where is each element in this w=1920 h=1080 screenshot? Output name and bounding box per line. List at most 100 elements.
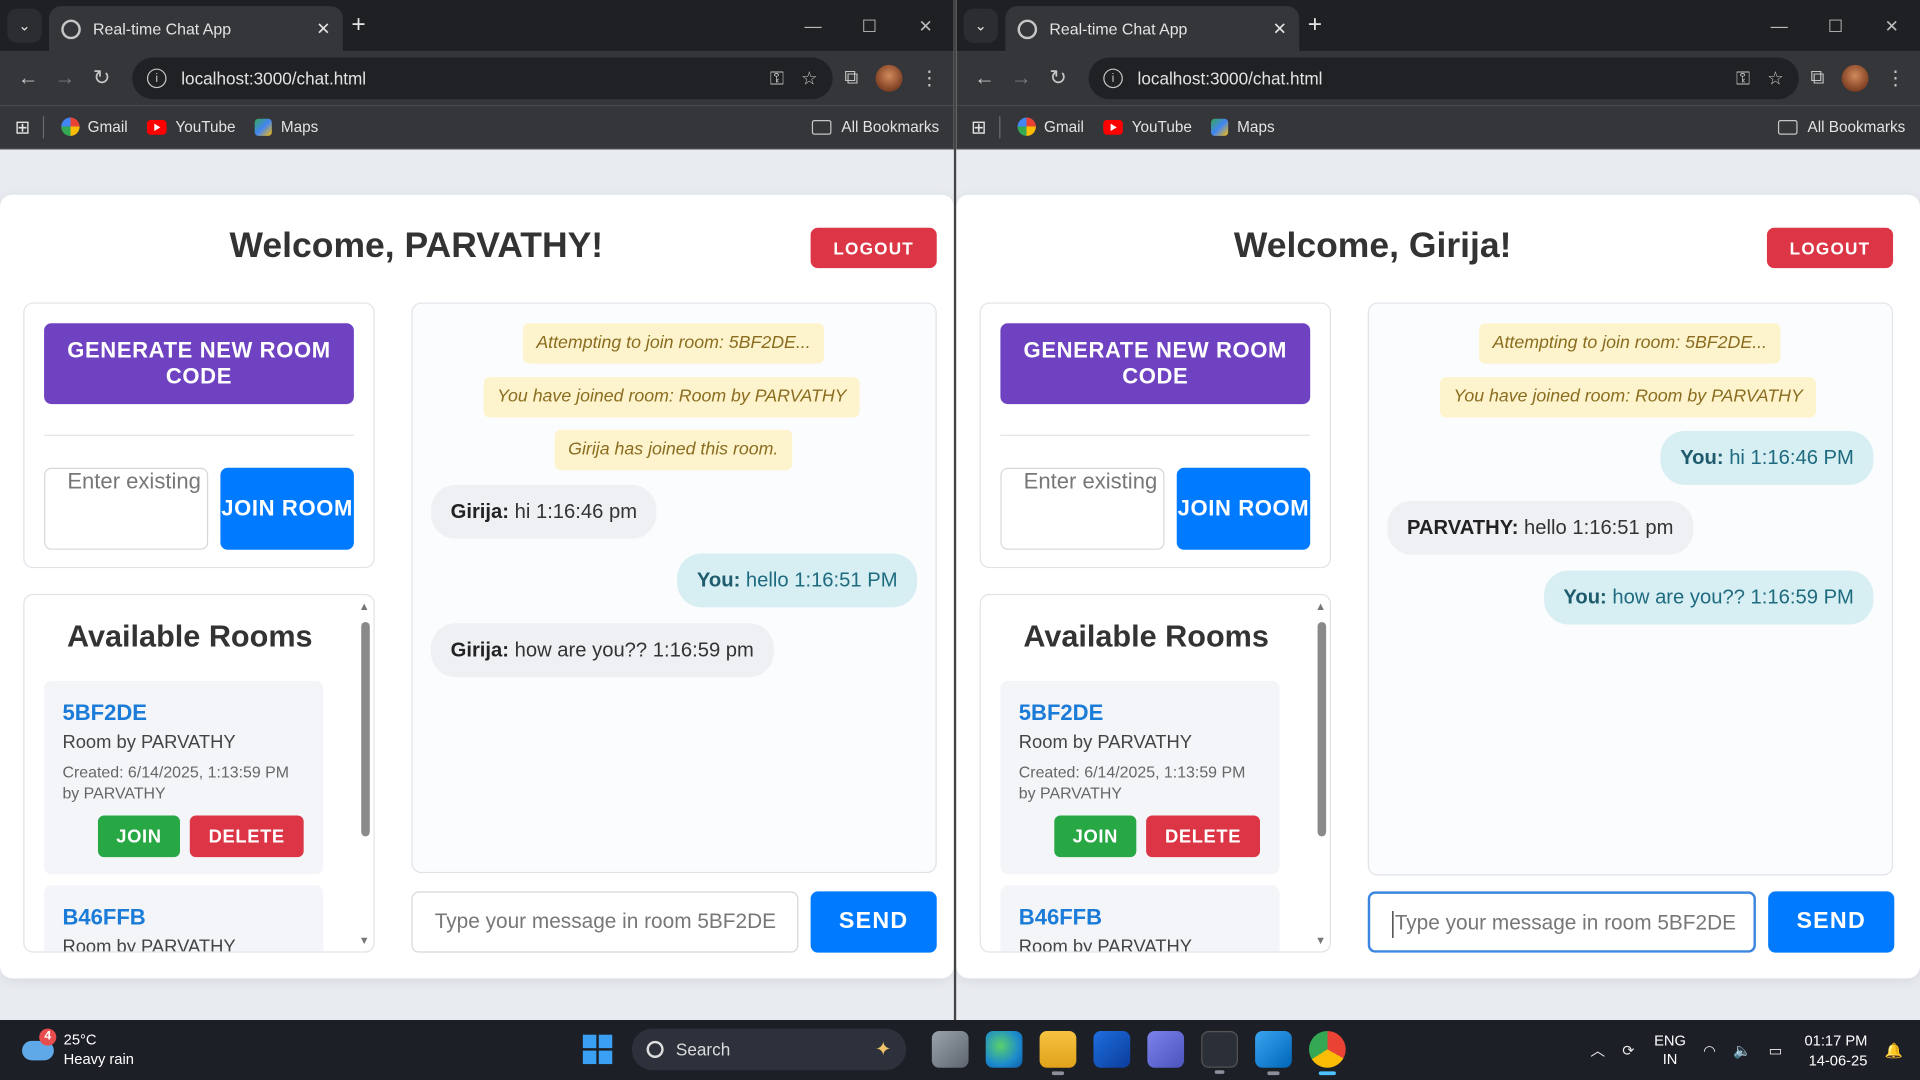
maximize-button[interactable]: ☐ bbox=[841, 0, 897, 51]
extensions-icon[interactable]: ⧉ bbox=[844, 67, 858, 89]
language-indicator[interactable]: ENG IN bbox=[1654, 1032, 1686, 1069]
app-icon[interactable] bbox=[1093, 1031, 1131, 1068]
rooms-scrollbar[interactable]: ▲ ▼ bbox=[359, 600, 371, 947]
room-join-button[interactable]: JOIN bbox=[1054, 815, 1137, 858]
message-input[interactable]: Type your message in room 5BF2DE bbox=[411, 891, 799, 953]
address-bar[interactable]: i localhost:3000/chat.html ⚿ ☆ bbox=[1088, 57, 1799, 100]
bookmark-gmail[interactable]: Gmail bbox=[1017, 117, 1084, 136]
address-bar[interactable]: i localhost:3000/chat.html ⚿ ☆ bbox=[132, 57, 833, 100]
volume-icon[interactable]: 🔈 bbox=[1733, 1041, 1751, 1058]
reload-button[interactable]: ↻ bbox=[83, 66, 120, 90]
tab-search-button[interactable]: ⌄ bbox=[963, 8, 998, 43]
new-tab-button[interactable]: + bbox=[1308, 11, 1322, 38]
room-code-input[interactable]: Enter existing room code bbox=[1000, 467, 1165, 550]
reload-button[interactable]: ↻ bbox=[1040, 66, 1077, 90]
browser-tab[interactable]: Real-time Chat App ✕ bbox=[48, 6, 343, 52]
bookmark-maps[interactable]: Maps bbox=[255, 118, 318, 136]
available-rooms-panel: Available Rooms 5BF2DE Room by PARVATHY … bbox=[979, 593, 1332, 953]
message-input[interactable]: Type your message in room 5BF2DE bbox=[1367, 891, 1756, 953]
bookmark-star-icon[interactable]: ☆ bbox=[1767, 67, 1783, 90]
scroll-thumb[interactable] bbox=[361, 622, 370, 837]
chrome-icon[interactable] bbox=[1308, 1031, 1346, 1076]
bookmark-maps[interactable]: Maps bbox=[1211, 118, 1275, 136]
forward-button[interactable]: → bbox=[47, 66, 84, 90]
taskbar-search[interactable]: Search ✦ bbox=[631, 1028, 907, 1071]
profile-avatar[interactable] bbox=[1841, 64, 1869, 92]
extensions-icon[interactable]: ⧉ bbox=[1810, 67, 1824, 89]
start-button[interactable] bbox=[582, 1034, 613, 1065]
teams-icon[interactable] bbox=[1147, 1031, 1185, 1068]
weather-widget[interactable]: 4 25°C Heavy rain bbox=[22, 1028, 134, 1069]
logout-button[interactable]: LOGOUT bbox=[810, 227, 937, 269]
rooms-scrollbar[interactable]: ▲ ▼ bbox=[1315, 600, 1327, 947]
join-room-button[interactable]: JOIN ROOM bbox=[1176, 467, 1311, 550]
file-explorer-icon[interactable] bbox=[1039, 1031, 1077, 1076]
profile-avatar[interactable] bbox=[875, 64, 903, 92]
minimize-button[interactable]: — bbox=[1751, 0, 1807, 51]
globe-icon bbox=[1017, 18, 1038, 39]
all-bookmarks[interactable]: All Bookmarks bbox=[811, 118, 939, 135]
search-icon bbox=[646, 1040, 664, 1058]
clock[interactable]: 01:17 PM 14-06-25 bbox=[1804, 1030, 1867, 1069]
minimize-button[interactable]: — bbox=[785, 0, 841, 51]
forward-button[interactable]: → bbox=[1003, 66, 1040, 90]
task-view-icon[interactable] bbox=[931, 1031, 969, 1068]
browser-tab[interactable]: Real-time Chat App ✕ bbox=[1005, 6, 1300, 52]
back-button[interactable]: ← bbox=[966, 66, 1003, 90]
scroll-up-icon[interactable]: ▲ bbox=[359, 600, 370, 612]
browser-window-left: ⌄ Real-time Chat App ✕ + — ☐ ✕ ← → ↻ i l… bbox=[0, 0, 954, 1021]
logout-button[interactable]: LOGOUT bbox=[1766, 227, 1894, 269]
generate-room-code-button[interactable]: GENERATE NEW ROOM CODE bbox=[1000, 323, 1311, 405]
room-delete-button[interactable]: DELETE bbox=[1146, 815, 1261, 858]
outgoing-message: You: hi 1:16:46 PM bbox=[1660, 431, 1874, 485]
send-button[interactable]: SEND bbox=[1768, 891, 1895, 953]
chevron-up-icon[interactable]: ︿ bbox=[1590, 1040, 1605, 1061]
notification-bell-icon[interactable]: 🔔 bbox=[1885, 1041, 1903, 1058]
incoming-message: Girija: hi 1:16:46 pm bbox=[431, 484, 657, 539]
room-created: Created: 6/14/2025, 1:13:59 PM by PARVAT… bbox=[1018, 762, 1246, 803]
back-button[interactable]: ← bbox=[10, 66, 47, 90]
chat-app-card: Welcome, Girija! LOGOUT GENERATE NEW ROO… bbox=[956, 194, 1920, 979]
all-bookmarks[interactable]: All Bookmarks bbox=[1778, 118, 1905, 135]
room-join-button[interactable]: JOIN bbox=[97, 815, 181, 858]
join-room-button[interactable]: JOIN ROOM bbox=[220, 467, 354, 550]
menu-icon[interactable]: ⋮ bbox=[1886, 66, 1906, 90]
divider bbox=[1000, 434, 1311, 436]
tab-search-button[interactable]: ⌄ bbox=[7, 8, 42, 43]
bookmark-youtube[interactable]: YouTube bbox=[147, 118, 236, 135]
room-created: Created: 6/14/2025, 1:13:59 PM by PARVAT… bbox=[62, 762, 289, 803]
send-button[interactable]: SEND bbox=[810, 891, 937, 953]
bookmark-youtube[interactable]: YouTube bbox=[1103, 118, 1192, 135]
new-tab-button[interactable]: + bbox=[351, 11, 365, 38]
close-window-button[interactable]: ✕ bbox=[898, 0, 954, 51]
room-name: Room by PARVATHY bbox=[1018, 732, 1192, 754]
site-info-icon[interactable]: i bbox=[1103, 68, 1123, 89]
scroll-thumb[interactable] bbox=[1317, 622, 1327, 837]
sync-icon[interactable]: ⟳ bbox=[1622, 1041, 1634, 1058]
google-icon bbox=[60, 117, 80, 136]
menu-icon[interactable]: ⋮ bbox=[920, 66, 940, 90]
bookmark-star-icon[interactable]: ☆ bbox=[801, 67, 817, 90]
password-key-icon[interactable]: ⚿ bbox=[1736, 68, 1750, 89]
bookmark-gmail[interactable]: Gmail bbox=[60, 117, 128, 136]
text-caret bbox=[1392, 910, 1394, 938]
terminal-icon[interactable] bbox=[1201, 1031, 1238, 1074]
close-tab-icon[interactable]: ✕ bbox=[316, 18, 330, 39]
battery-icon[interactable]: ▭ bbox=[1769, 1041, 1783, 1058]
room-delete-button[interactable]: DELETE bbox=[189, 815, 304, 858]
edge-icon[interactable] bbox=[985, 1031, 1023, 1068]
password-key-icon[interactable]: ⚿ bbox=[770, 68, 784, 89]
vscode-icon[interactable] bbox=[1255, 1031, 1292, 1076]
scroll-down-icon[interactable]: ▼ bbox=[359, 934, 370, 946]
room-code-input[interactable]: Enter existing room code bbox=[44, 467, 209, 550]
generate-room-code-button[interactable]: GENERATE NEW ROOM CODE bbox=[44, 323, 354, 405]
maximize-button[interactable]: ☐ bbox=[1807, 0, 1863, 51]
scroll-up-icon[interactable]: ▲ bbox=[1315, 600, 1326, 612]
scroll-down-icon[interactable]: ▼ bbox=[1315, 934, 1326, 946]
apps-grid-icon[interactable]: ⊞ bbox=[15, 116, 30, 138]
apps-grid-icon[interactable]: ⊞ bbox=[971, 116, 986, 138]
close-window-button[interactable]: ✕ bbox=[1864, 0, 1920, 51]
close-tab-icon[interactable]: ✕ bbox=[1273, 18, 1287, 39]
wifi-icon[interactable]: ◠ bbox=[1703, 1041, 1716, 1058]
site-info-icon[interactable]: i bbox=[146, 68, 167, 89]
